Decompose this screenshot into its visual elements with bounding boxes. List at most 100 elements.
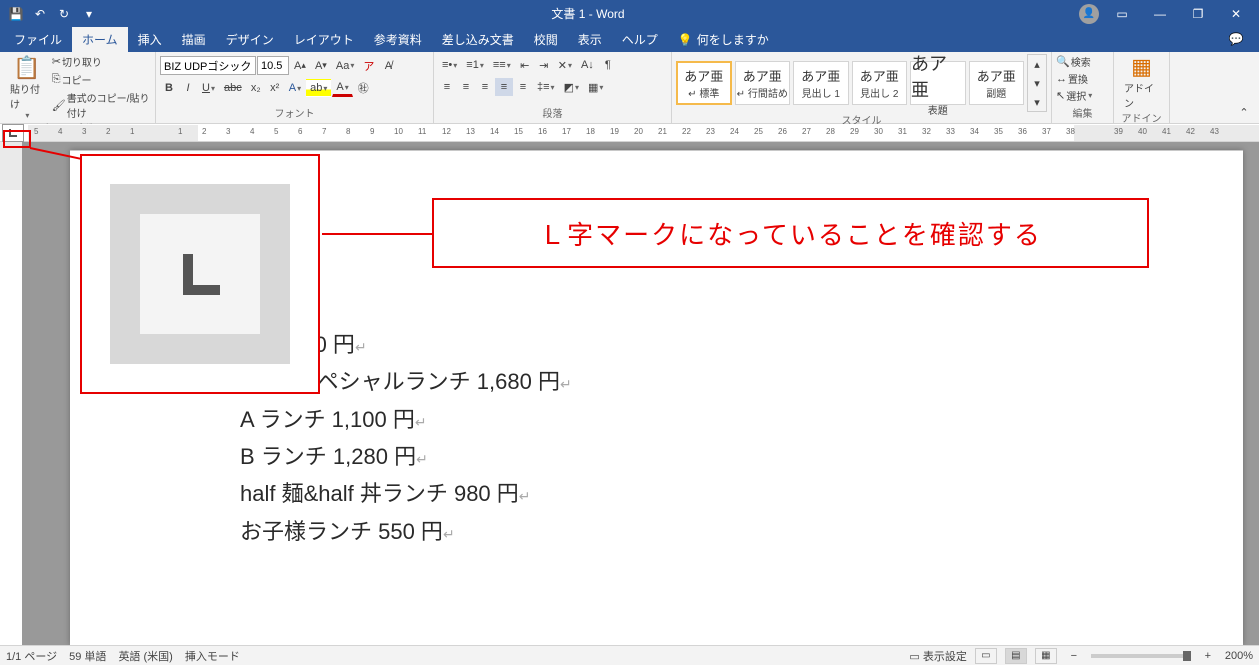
show-marks-button[interactable]: ¶	[599, 56, 617, 74]
style-title[interactable]: あア亜表題	[910, 61, 966, 105]
borders-button[interactable]: ▦▾	[584, 78, 607, 96]
chevron-down-icon[interactable]: ▾	[1028, 74, 1046, 92]
zoom-out-button[interactable]: −	[1065, 647, 1083, 665]
phonetic-guide-button[interactable]: ア	[359, 57, 378, 75]
ribbon-tabs: ファイル ホーム 挿入 描画 デザイン レイアウト 参考資料 差し込み文書 校閲…	[0, 27, 1259, 52]
asian-layout-button[interactable]: ✕▾	[554, 56, 576, 74]
zoom-slider[interactable]	[1091, 654, 1191, 658]
subscript-button[interactable]: x₂	[247, 79, 265, 97]
display-settings[interactable]: ▭ 表示設定	[909, 648, 966, 664]
tab-view[interactable]: 表示	[568, 27, 612, 52]
bold-button[interactable]: B	[160, 79, 178, 97]
increase-indent-button[interactable]: ⇥	[535, 56, 553, 74]
style-no-spacing[interactable]: あア亜↵ 行間詰め	[735, 61, 791, 105]
select-button[interactable]: ↖選択▾	[1056, 88, 1092, 103]
tab-help[interactable]: ヘルプ	[612, 27, 668, 52]
decrease-indent-button[interactable]: ⇤	[516, 56, 534, 74]
group-font-label: フォント	[160, 105, 429, 121]
style-normal[interactable]: あア亜↵ 標準	[676, 61, 732, 105]
highlight-button[interactable]: ab▾	[306, 79, 331, 97]
tab-home[interactable]: ホーム	[72, 27, 128, 52]
qat-dropdown-icon[interactable]: ▾	[81, 6, 97, 22]
doc-line[interactable]: B ランチ 1,280 円↵	[240, 438, 1093, 475]
find-button[interactable]: 🔍検索	[1056, 54, 1091, 69]
bullets-button[interactable]: ≡•▾	[438, 56, 461, 74]
maximize-icon[interactable]: ❐	[1183, 0, 1213, 27]
ruler-tick: 35	[994, 127, 1003, 136]
sort-button[interactable]: A↓	[577, 56, 598, 74]
strikethrough-button[interactable]: abc	[220, 79, 246, 97]
underline-button[interactable]: U▾	[198, 79, 219, 97]
doc-line[interactable]: お子様ランチ 550 円↵	[240, 513, 1093, 550]
zoom-percent[interactable]: 200%	[1225, 650, 1253, 662]
horizontal-ruler[interactable]: 5432112345678910111213141516171819202122…	[28, 125, 1259, 141]
tab-layout[interactable]: レイアウト	[284, 27, 364, 52]
distribute-button[interactable]: ≡	[514, 78, 532, 96]
status-language[interactable]: 英語 (米国)	[118, 648, 172, 664]
numbering-button[interactable]: ≡1▾	[462, 56, 488, 74]
styles-more-icon[interactable]: ▾	[1028, 93, 1046, 111]
italic-button[interactable]: I	[179, 79, 197, 97]
addins-button[interactable]: ▦ アドイン	[1118, 54, 1165, 110]
format-painter-button[interactable]: 🖌書式のコピー/貼り付け	[52, 90, 151, 120]
text-effects-button[interactable]: A▾	[285, 79, 305, 97]
tell-me[interactable]: 💡 何をしますか	[668, 27, 779, 52]
tab-draw[interactable]: 描画	[172, 27, 216, 52]
style-heading1[interactable]: あア亜見出し 1	[793, 61, 849, 105]
account-avatar-icon[interactable]: 👤	[1079, 4, 1099, 24]
font-family-select[interactable]	[160, 56, 256, 75]
grow-font-button[interactable]: A▴	[290, 57, 310, 75]
superscript-button[interactable]: x²	[266, 79, 284, 97]
tab-design[interactable]: デザイン	[216, 27, 284, 52]
doc-line[interactable]: half 麺&half 丼ランチ 980 円↵	[240, 475, 1093, 512]
tab-review[interactable]: 校閲	[524, 27, 568, 52]
zoom-in-button[interactable]: +	[1199, 647, 1217, 665]
cut-button[interactable]: ✂切り取り	[52, 54, 151, 69]
font-color-button[interactable]: A▾	[332, 79, 352, 97]
justify-button[interactable]: ≡	[495, 78, 513, 96]
tab-references[interactable]: 参考資料	[364, 27, 432, 52]
doc-line[interactable]: ↵	[240, 288, 1093, 325]
print-layout-icon[interactable]: ▤	[1005, 648, 1027, 664]
tab-file[interactable]: ファイル	[4, 27, 72, 52]
redo-icon[interactable]: ↻	[56, 6, 72, 22]
web-layout-icon[interactable]: ▦	[1035, 648, 1057, 664]
styles-gallery-scroll[interactable]: ▴ ▾ ▾	[1027, 54, 1047, 112]
paste-button[interactable]: 📋 貼り付け ▾	[4, 59, 50, 115]
multilevel-button[interactable]: ≡≡▾	[489, 56, 515, 74]
chevron-up-icon[interactable]: ▴	[1028, 55, 1046, 73]
tab-mailings[interactable]: 差し込み文書	[432, 27, 524, 52]
status-mode[interactable]: 挿入モード	[185, 648, 240, 664]
shading-button[interactable]: ◩▾	[560, 78, 583, 96]
minimize-icon[interactable]: —	[1145, 0, 1175, 27]
read-mode-icon[interactable]: ▭	[975, 648, 997, 664]
comments-icon[interactable]: 💬	[1221, 25, 1251, 52]
undo-icon[interactable]: ↶	[32, 6, 48, 22]
align-left-button[interactable]: ≡	[438, 78, 456, 96]
replace-button[interactable]: ↔置換	[1056, 71, 1088, 86]
align-right-button[interactable]: ≡	[476, 78, 494, 96]
ribbon-display-icon[interactable]: ▭	[1107, 0, 1137, 27]
ruler-tick: 17	[562, 127, 571, 136]
close-icon[interactable]: ✕	[1221, 0, 1251, 27]
save-icon[interactable]: 💾	[8, 6, 24, 22]
font-size-select[interactable]	[257, 56, 289, 75]
enclose-char-button[interactable]: ㊓	[354, 79, 373, 97]
doc-line[interactable]: ンチ 780 円↵	[240, 326, 1093, 363]
line-spacing-button[interactable]: ‡≡▾	[533, 78, 559, 96]
doc-line[interactable]: 限定!!スペシャルランチ 1,680 円↵	[240, 363, 1093, 400]
vertical-ruler[interactable]	[0, 142, 22, 645]
shrink-font-button[interactable]: A▾	[311, 57, 331, 75]
align-center-button[interactable]: ≡	[457, 78, 475, 96]
tab-insert[interactable]: 挿入	[128, 27, 172, 52]
group-editing-label: 編集	[1056, 105, 1109, 121]
status-page[interactable]: 1/1 ページ	[6, 648, 57, 664]
change-case-button[interactable]: Aa▾	[332, 57, 358, 75]
style-subtitle[interactable]: あア亜副題	[969, 61, 1025, 105]
status-words[interactable]: 59 単語	[69, 648, 106, 664]
style-heading2[interactable]: あア亜見出し 2	[852, 61, 908, 105]
doc-line[interactable]: A ランチ 1,100 円↵	[240, 401, 1093, 438]
collapse-ribbon-icon[interactable]: ⌃	[1235, 103, 1253, 121]
copy-button[interactable]: ⎘コピー	[52, 72, 151, 87]
clear-formatting-button[interactable]: A̸	[379, 57, 397, 75]
